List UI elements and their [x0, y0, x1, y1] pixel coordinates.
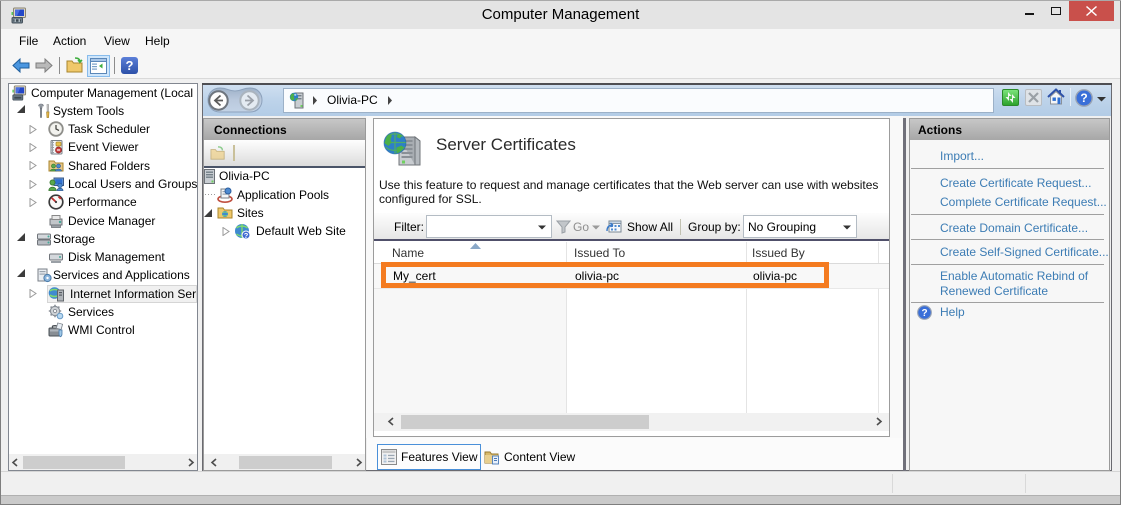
svg-text:?: ?	[244, 231, 249, 240]
svg-text:?: ?	[921, 308, 927, 319]
svg-text:?: ?	[1080, 91, 1087, 105]
